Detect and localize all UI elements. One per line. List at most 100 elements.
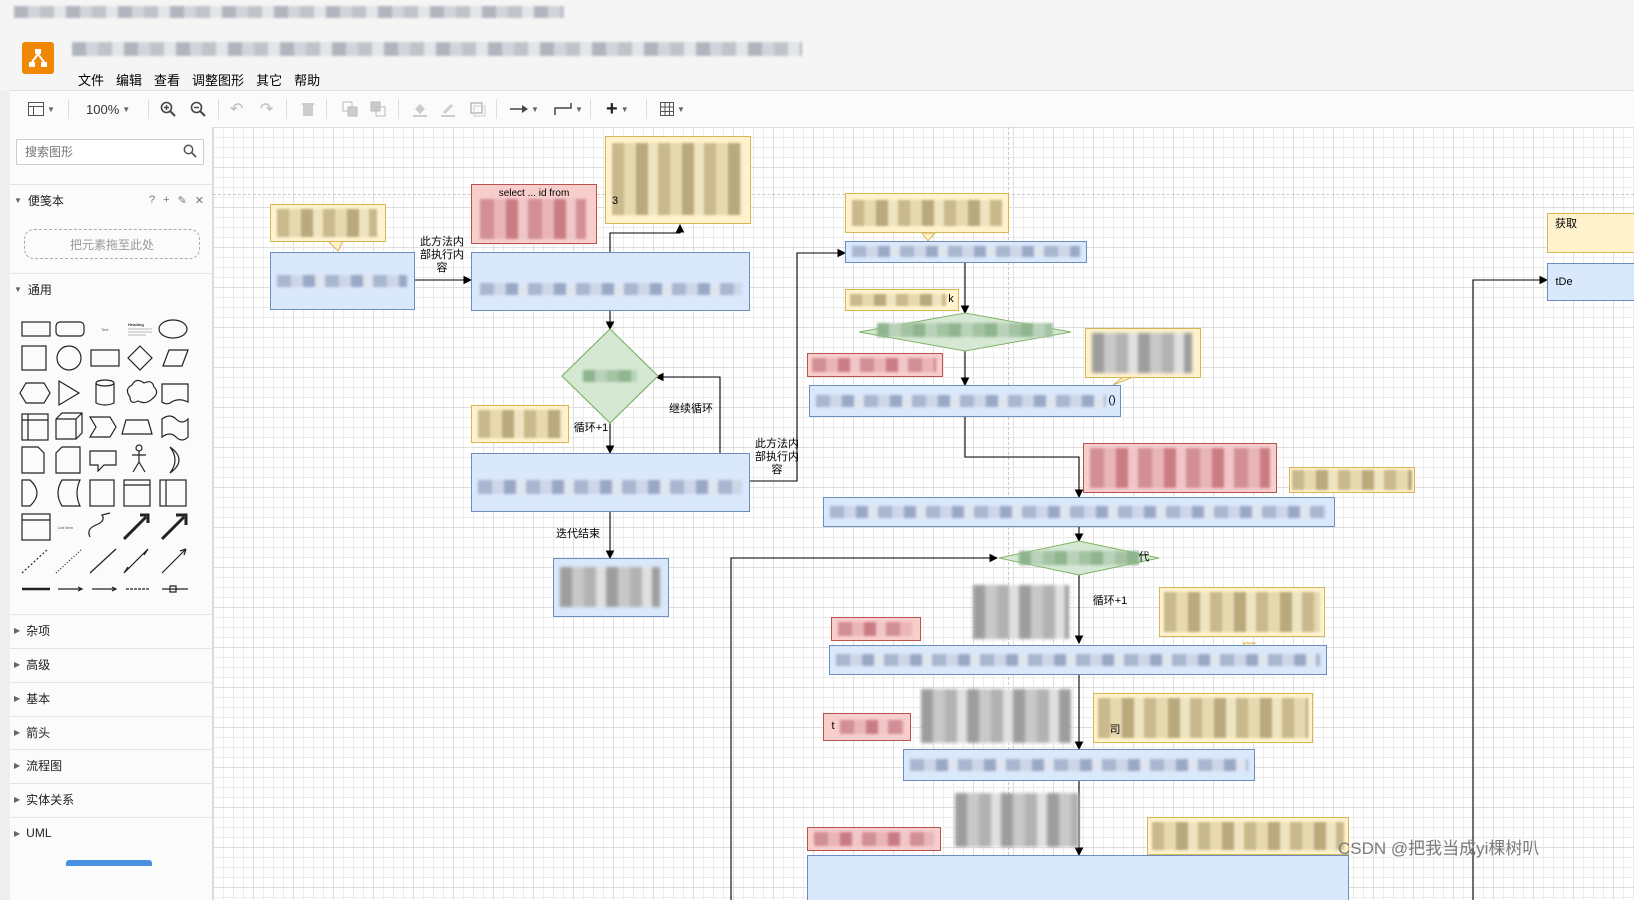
zoom-in-button[interactable] [160, 99, 176, 119]
undo-button[interactable]: ↶ [230, 99, 243, 119]
link-shape[interactable] [58, 586, 84, 592]
delay-shape[interactable] [21, 479, 38, 507]
heading-shape[interactable]: Heading [128, 322, 144, 327]
general-shapes-palette[interactable]: Text Heading List Item [18, 317, 204, 607]
tape-shape[interactable] [161, 415, 189, 441]
edit-pencil-icon[interactable]: ✎ [178, 194, 187, 207]
section-arrows[interactable]: ▶ 箭头 [10, 716, 212, 747]
fill-color-button[interactable] [412, 99, 428, 119]
note-callout[interactable] [1085, 328, 1201, 378]
section-uml[interactable]: ▶ UML [10, 817, 212, 848]
edge-label-redacted[interactable] [973, 585, 1069, 639]
edge-label[interactable]: 继续循环 [663, 403, 719, 416]
shape-search[interactable] [16, 139, 204, 165]
connection-style-button[interactable]: ▼ [510, 99, 539, 119]
zoom-dropdown[interactable]: 100% ▼ [86, 99, 130, 119]
to-back-button[interactable] [370, 99, 386, 119]
arrow-shape[interactable] [160, 513, 188, 541]
line-shape[interactable] [89, 548, 117, 574]
trapezoid-shape[interactable] [121, 419, 153, 435]
search-icon[interactable] [183, 144, 197, 158]
curve-shape[interactable] [88, 512, 111, 538]
section-misc[interactable]: ▶ 杂项 [10, 614, 212, 645]
parallelogram-shape[interactable] [162, 349, 189, 367]
menu-help[interactable]: 帮助 [288, 68, 326, 91]
callout-shape[interactable] [89, 450, 117, 473]
note-callout[interactable] [845, 193, 1009, 233]
process-box[interactable]: tDe [1547, 263, 1634, 301]
more-shapes-button[interactable] [66, 860, 152, 866]
process-box[interactable] [807, 855, 1349, 900]
process-box[interactable] [903, 749, 1255, 781]
edge-label[interactable]: 循环+1 [1089, 595, 1131, 608]
add-icon[interactable]: + [163, 194, 169, 206]
process-box[interactable] [471, 453, 750, 512]
insert-button[interactable]: + ▼ [606, 98, 629, 120]
triangle-shape[interactable] [58, 379, 81, 407]
process-box[interactable] [823, 497, 1335, 527]
edge-label-redacted[interactable] [955, 793, 1079, 847]
waypoint-style-button[interactable]: ▼ [554, 99, 583, 119]
note-callout[interactable] [1159, 587, 1325, 637]
link-box-shape[interactable] [162, 585, 188, 593]
dashed-line-shape[interactable] [21, 548, 49, 574]
diamond-shape[interactable] [127, 345, 153, 371]
shadow-button[interactable] [470, 99, 486, 119]
edge-label[interactable]: 此方法内部执行内容 [752, 438, 802, 477]
list-item-shape[interactable]: List Item [58, 525, 74, 530]
warning-callout[interactable]: select ... id from [471, 184, 597, 244]
search-input[interactable] [23, 140, 177, 164]
text-shape[interactable]: Text [101, 327, 109, 332]
note-callout[interactable] [471, 405, 569, 443]
redo-button[interactable]: ↷ [260, 99, 273, 119]
process-box[interactable] [829, 645, 1327, 675]
process-box[interactable] [553, 558, 669, 617]
link-arrow-shape[interactable] [92, 586, 118, 592]
menu-file[interactable]: 文件 [72, 68, 110, 91]
circle-shape[interactable] [56, 345, 82, 371]
menu-view[interactable]: 查看 [148, 68, 186, 91]
menu-arrange[interactable]: 调整图形 [186, 68, 250, 91]
dotted-line-shape[interactable] [55, 548, 83, 574]
process-box[interactable]: () [809, 385, 1121, 417]
rounded-rectangle-shape[interactable] [55, 321, 85, 337]
section-scratchpad[interactable]: ▼ 便笺本 ? + ✎ ✕ [10, 184, 212, 215]
menu-edit[interactable]: 编辑 [110, 68, 148, 91]
section-entity-relation[interactable]: ▶ 实体关系 [10, 783, 212, 814]
document-shape[interactable] [161, 383, 189, 405]
help-icon[interactable]: ? [149, 194, 155, 206]
list-shape[interactable] [21, 513, 51, 541]
edge-label-redacted[interactable] [921, 689, 1071, 743]
menu-extras[interactable]: 其它 [250, 68, 288, 91]
hexagon-shape[interactable] [19, 382, 51, 404]
or-shape[interactable] [169, 446, 180, 474]
ellipse-shape[interactable] [158, 319, 188, 339]
bidirectional-arrow-shape[interactable] [122, 513, 150, 541]
note-callout[interactable]: 3 [605, 136, 751, 224]
note-callout[interactable]: k [845, 289, 959, 311]
section-advanced[interactable]: ▶ 高级 [10, 648, 212, 679]
warning-callout[interactable] [807, 827, 941, 851]
process-shape[interactable] [90, 349, 120, 367]
edge[interactable] [1472, 275, 1549, 900]
card-shape[interactable] [55, 446, 81, 474]
section-general[interactable]: ▼ 通用 [10, 273, 212, 304]
edge[interactable] [964, 415, 1084, 499]
step-shape[interactable] [88, 416, 117, 438]
note-callout[interactable] [270, 204, 386, 242]
rectangle-shape[interactable] [21, 321, 51, 337]
edge-label[interactable]: 此方法内部执行内容 [416, 236, 468, 275]
line-color-button[interactable] [440, 99, 456, 119]
bidirectional-connector-shape[interactable] [123, 548, 149, 574]
table-button[interactable]: ▼ [660, 99, 685, 119]
note-callout[interactable] [1147, 817, 1349, 855]
directional-connector-shape[interactable] [161, 548, 187, 574]
note-callout[interactable] [1289, 467, 1415, 493]
section-basic[interactable]: ▶ 基本 [10, 682, 212, 713]
scratchpad-drop-zone[interactable]: 把元素拖至此处 [24, 229, 200, 259]
warning-callout[interactable] [1083, 443, 1277, 493]
to-front-button[interactable] [342, 99, 358, 119]
edge-label[interactable]: 循环+1 [571, 422, 611, 435]
edge-label[interactable]: 迭代结束 [551, 528, 605, 541]
note-shape[interactable] [21, 446, 45, 474]
